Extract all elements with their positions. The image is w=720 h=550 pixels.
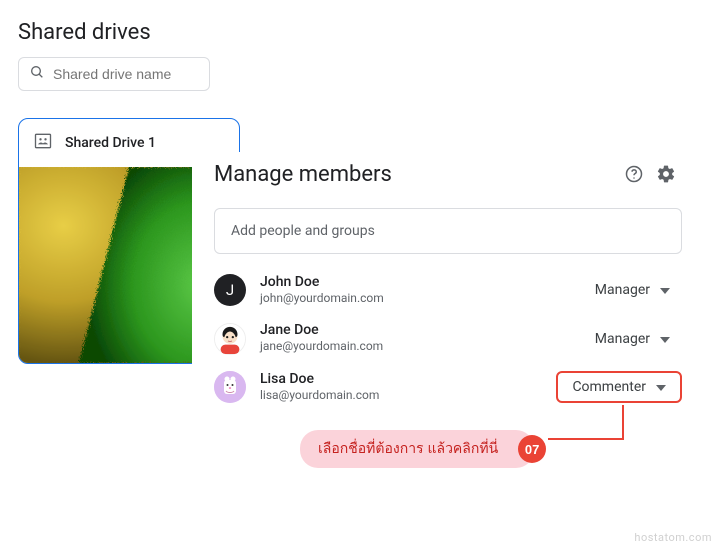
role-label: Manager [595, 282, 650, 298]
member-email: lisa@yourdomain.com [260, 388, 542, 404]
member-email: john@yourdomain.com [260, 291, 569, 307]
search-icon [29, 64, 45, 84]
manage-members-title: Manage members [214, 162, 618, 187]
gear-icon[interactable] [650, 158, 682, 190]
search-input[interactable] [53, 66, 199, 82]
member-email: jane@yourdomain.com [260, 339, 569, 355]
manage-members-panel: Manage members Add people and groups J J… [192, 152, 702, 411]
member-name: Jane Doe [260, 322, 569, 339]
watermark: hostatom.com [634, 531, 712, 544]
callout-text: เลือกชื่อที่ต้องการ แล้วคลิกที่นี่ [318, 440, 498, 456]
role-label: Manager [595, 331, 650, 347]
member-row: Lisa Doe lisa@yourdomain.com Commenter [192, 363, 702, 411]
shared-drive-icon [33, 131, 53, 155]
avatar: J [214, 274, 246, 306]
member-name: John Doe [260, 274, 569, 291]
step-badge: 07 [518, 435, 546, 463]
page-title: Shared drives [0, 0, 720, 57]
role-label: Commenter [572, 379, 646, 395]
role-selector[interactable]: Manager [583, 323, 682, 355]
role-selector-highlighted[interactable]: Commenter [556, 371, 682, 403]
chevron-down-icon [660, 331, 670, 347]
chevron-down-icon [656, 379, 666, 395]
member-row: J John Doe john@yourdomain.com Manager [192, 266, 702, 314]
chevron-down-icon [660, 282, 670, 298]
member-row: Jane Doe jane@yourdomain.com Manager [192, 314, 702, 362]
add-people-input[interactable]: Add people and groups [214, 208, 682, 254]
avatar [214, 323, 246, 355]
help-icon[interactable] [618, 158, 650, 190]
search-box[interactable] [18, 57, 210, 91]
avatar [214, 371, 246, 403]
member-name: Lisa Doe [260, 371, 542, 388]
instruction-callout: เลือกชื่อที่ต้องการ แล้วคลิกที่นี่ 07 [300, 430, 534, 468]
drive-card-title: Shared Drive 1 [65, 135, 156, 151]
role-selector[interactable]: Manager [583, 274, 682, 306]
